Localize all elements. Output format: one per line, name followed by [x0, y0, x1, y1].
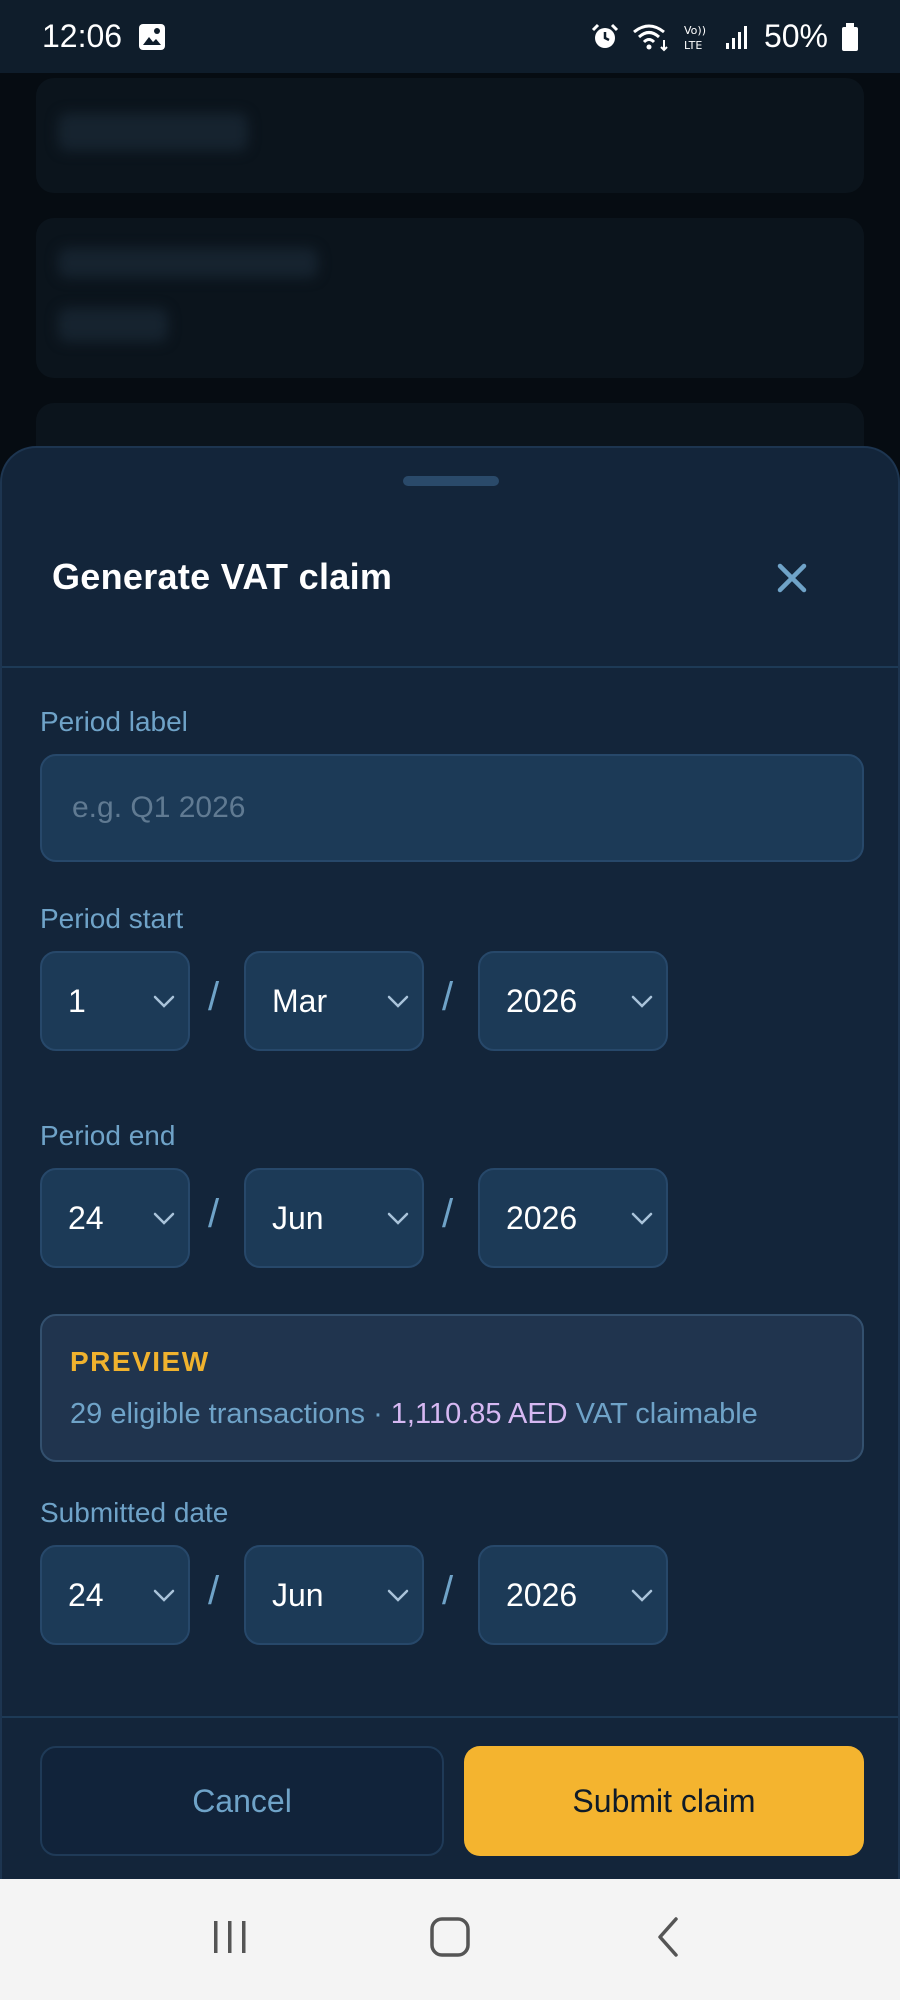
submitted-date-row: 24 / Jun / 2026: [40, 1545, 860, 1645]
period-start-month-select[interactable]: Mar: [244, 951, 424, 1051]
blurred-text: [58, 308, 168, 342]
select-value: 24: [68, 1199, 104, 1236]
select-value: 24: [68, 1576, 104, 1613]
close-button[interactable]: [762, 550, 822, 610]
date-separator: /: [208, 975, 220, 1019]
wifi-icon: [632, 22, 670, 52]
svg-text:LTE: LTE: [684, 39, 702, 52]
date-separator: /: [208, 1569, 220, 1613]
blurred-text: [58, 248, 318, 278]
submit-claim-button[interactable]: Submit claim: [464, 1746, 864, 1856]
battery-icon: [840, 22, 860, 52]
preview-box: PREVIEW 29 eligible transactions · 1,110…: [40, 1314, 864, 1462]
period-label-label: Period label: [40, 706, 188, 737]
vat-claim-sheet: Generate VAT claim Period label Period s…: [0, 446, 900, 1879]
period-end-label: Period end: [40, 1120, 176, 1151]
sheet-header: Generate VAT claim: [2, 508, 898, 668]
preview-suffix: VAT claimable: [567, 1398, 758, 1430]
back-button[interactable]: [630, 1900, 710, 1980]
select-value: 2026: [506, 1199, 578, 1236]
footer-divider: [2, 1716, 898, 1718]
chevron-down-icon: [150, 1585, 178, 1610]
status-left: 12:06: [42, 18, 166, 55]
close-icon: [775, 561, 809, 600]
background-card: [36, 78, 864, 193]
recent-apps-button[interactable]: [190, 1900, 270, 1980]
home-icon: [428, 1915, 472, 1964]
preview-amount: 1,110.85 AED: [390, 1398, 568, 1430]
date-separator: /: [208, 1192, 220, 1236]
image-icon: [138, 23, 166, 51]
status-bar: 12:06 Vo)) LTE 50%: [0, 0, 900, 73]
date-separator: /: [442, 1192, 454, 1236]
submitted-year-select[interactable]: 2026: [478, 1545, 668, 1645]
period-end-year-select[interactable]: 2026: [478, 1168, 668, 1268]
chevron-down-icon: [628, 991, 656, 1016]
sheet-title: Generate VAT claim: [52, 556, 393, 597]
submitted-date-label: Submitted date: [40, 1497, 229, 1528]
cancel-button[interactable]: Cancel: [40, 1746, 444, 1856]
chevron-down-icon: [628, 1208, 656, 1233]
chevron-down-icon: [150, 1208, 178, 1233]
chevron-down-icon: [384, 1208, 412, 1233]
home-button[interactable]: [410, 1900, 490, 1980]
submitted-day-select[interactable]: 24: [40, 1545, 190, 1645]
volte-icon: Vo)) LTE: [682, 22, 712, 52]
preview-title: PREVIEW: [70, 1346, 210, 1377]
chevron-down-icon: [384, 1585, 412, 1610]
navigation-bar: [0, 1879, 900, 2000]
chevron-down-icon: [628, 1585, 656, 1610]
period-end-month-select[interactable]: Jun: [244, 1168, 424, 1268]
select-value: Jun: [272, 1199, 324, 1236]
period-start-label: Period start: [40, 903, 184, 934]
date-separator: /: [442, 975, 454, 1019]
period-end-row: 24 / Jun / 2026: [40, 1168, 860, 1268]
select-value: 2026: [506, 1576, 578, 1613]
blurred-text: [58, 113, 248, 151]
drag-handle[interactable]: [403, 476, 499, 486]
select-value: 1: [68, 982, 86, 1019]
period-label-input[interactable]: [40, 754, 864, 862]
back-icon: [648, 1915, 692, 1964]
preview-summary: 29 eligible transactions · 1,110.85 AED …: [70, 1398, 758, 1431]
period-start-row: 1 / Mar / 2026: [40, 951, 860, 1051]
background-app-dimmed: [0, 73, 900, 493]
select-value: Mar: [272, 982, 328, 1019]
chevron-down-icon: [384, 991, 412, 1016]
period-start-day-select[interactable]: 1: [40, 951, 190, 1051]
period-end-day-select[interactable]: 24: [40, 1168, 190, 1268]
submitted-month-select[interactable]: Jun: [244, 1545, 424, 1645]
date-separator: /: [442, 1569, 454, 1613]
svg-text:Vo)): Vo)): [684, 24, 706, 37]
status-time: 12:06: [42, 18, 123, 54]
period-start-year-select[interactable]: 2026: [478, 951, 668, 1051]
signal-icon: [724, 23, 752, 51]
alarm-icon: [590, 22, 620, 52]
select-value: 2026: [506, 982, 578, 1019]
chevron-down-icon: [150, 991, 178, 1016]
status-right: Vo)) LTE 50%: [590, 18, 860, 55]
background-card: [36, 218, 864, 378]
battery-percent: 50%: [763, 18, 828, 54]
recent-apps-icon: [208, 1915, 252, 1964]
select-value: Jun: [272, 1576, 324, 1613]
preview-transactions: 29 eligible transactions ·: [70, 1398, 391, 1430]
